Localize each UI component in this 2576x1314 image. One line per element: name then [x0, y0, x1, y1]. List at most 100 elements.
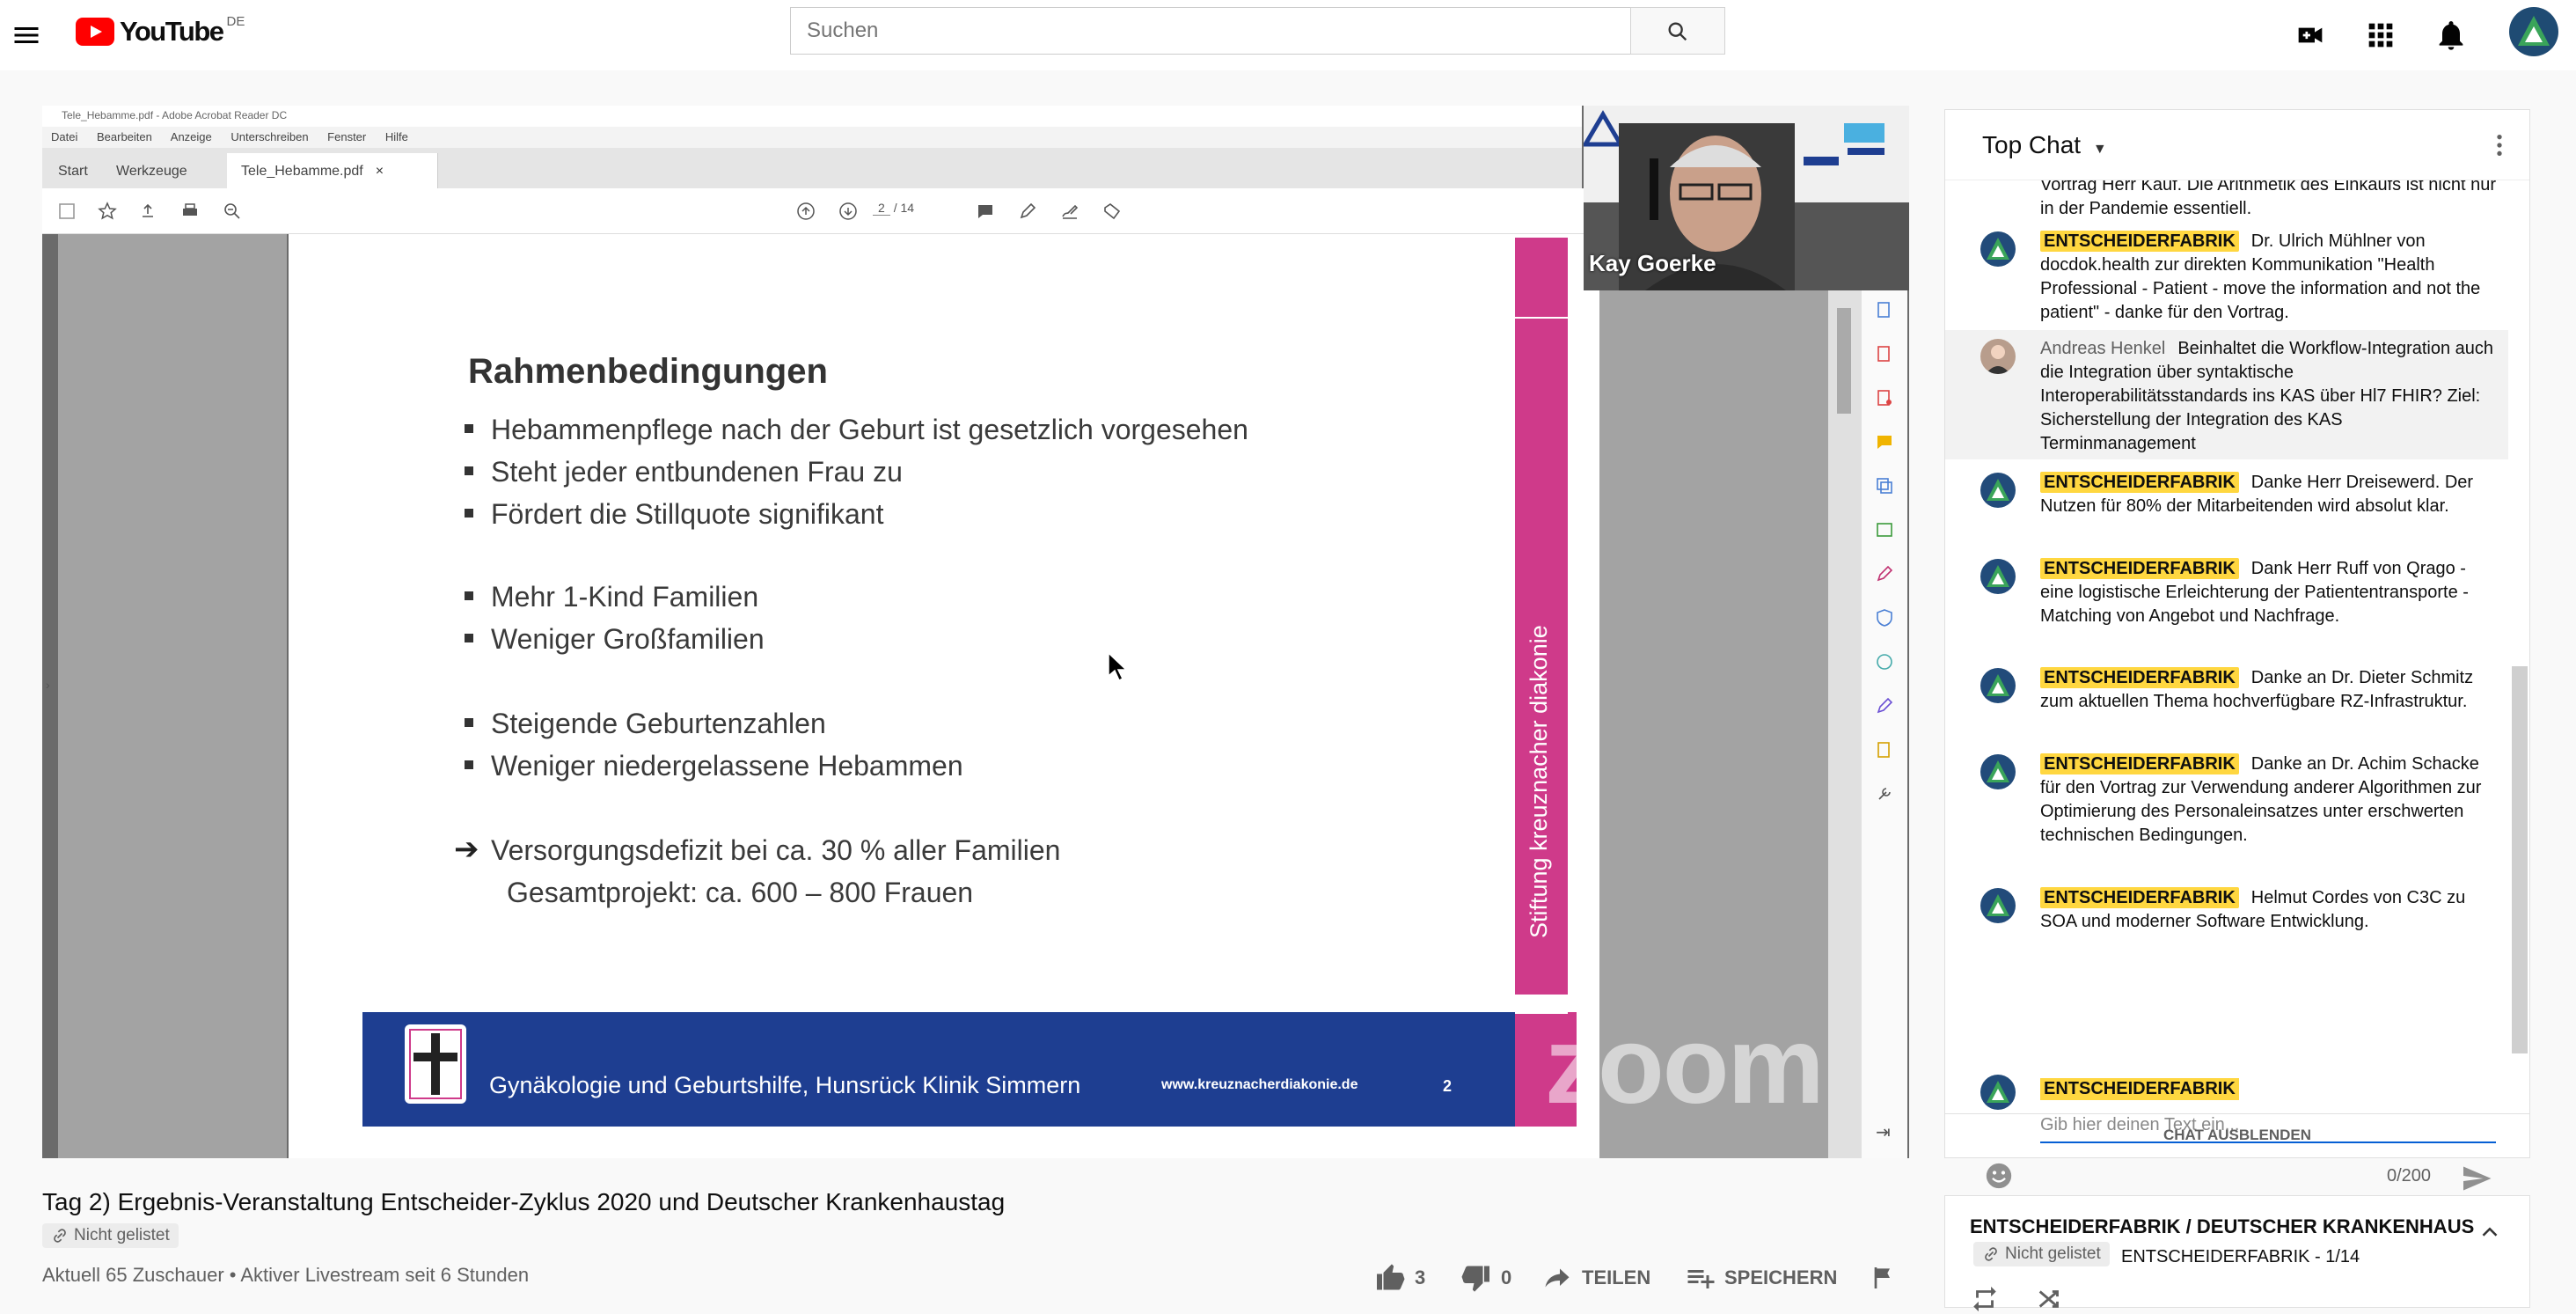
- acrobat-menu-item: Datei: [51, 130, 78, 143]
- chat-mode-dropdown[interactable]: Top Chat ▼: [1982, 131, 2107, 159]
- avatar: [1980, 754, 2016, 789]
- more-vert-icon[interactable]: [2485, 131, 2514, 159]
- chat-author-badge[interactable]: ENTSCHEIDERFABRIK: [2040, 472, 2239, 493]
- slide-conclusion-line2: Gesamtprojekt: ca. 600 – 800 Frauen: [507, 877, 974, 908]
- chat-message: Andreas Henkel Beinhaltet die Workflow-In…: [1945, 330, 2508, 459]
- slide-footer-band: Gynäkologie und Geburtshilfe, Hunsrück K…: [362, 1012, 1559, 1127]
- stamp-icon: [1101, 201, 1123, 222]
- thumbs-down-icon: [1461, 1266, 1489, 1292]
- avatar[interactable]: [2509, 7, 2558, 56]
- edit-pdf-icon: [1874, 387, 1895, 408]
- video-player[interactable]: Tele_Hebamme.pdf - Adobe Acrobat Reader …: [42, 106, 1909, 1158]
- collapse-rail-icon: ⇥: [1876, 1123, 1891, 1142]
- youtube-logo[interactable]: YouTube DE: [76, 14, 245, 48]
- send-sign-icon: [1874, 695, 1895, 716]
- acrobat-tab-document: Tele_Hebamme.pdf ×: [227, 153, 438, 188]
- acrobat-window-title: Tele_Hebamme.pdf - Adobe Acrobat Reader …: [42, 106, 1582, 127]
- chat-message: ENTSCHEIDERFABRIK Helmut Cordes von C3C z…: [1945, 886, 2508, 934]
- thumbs-up-icon: [1377, 1264, 1405, 1290]
- slide-bullet-text: Steht jeder entbundenen Frau zu: [491, 456, 903, 488]
- chat-author-badge[interactable]: ENTSCHEIDERFABRIK: [2040, 667, 2239, 688]
- slide-bullet: Hebammenpflege nach der Geburt ist geset…: [465, 414, 1248, 446]
- export-pdf-icon: [1874, 299, 1895, 320]
- pen-icon: [1017, 201, 1038, 222]
- slide-conclusion: ➔ Versorgungsdefizit bei ca. 30 % aller F…: [454, 833, 1060, 867]
- print-icon: [179, 201, 201, 222]
- share-button[interactable]: TEILEN: [1541, 1262, 1650, 1294]
- slide-bullet: Weniger niedergelassene Hebammen: [465, 750, 963, 782]
- share-icon: [1545, 1268, 1570, 1288]
- save-button[interactable]: SPEICHERN: [1684, 1262, 1837, 1294]
- search-button[interactable]: [1630, 7, 1725, 55]
- dislike-button[interactable]: 0: [1460, 1262, 1511, 1294]
- flag-icon: [1874, 1267, 1890, 1288]
- acrobat-tools-rail: [1862, 282, 1907, 1158]
- view-count: Aktuell 65 Zuschauer • Aktiver Livestrea…: [42, 1264, 530, 1286]
- slide-bullet: Steht jeder entbundenen Frau zu: [465, 456, 903, 488]
- slide-bullet-text: Hebammenpflege nach der Geburt ist geset…: [491, 414, 1248, 445]
- chat-author-badge[interactable]: ENTSCHEIDERFABRIK: [2040, 753, 2239, 774]
- masthead: YouTube DE Suchen: [0, 0, 2576, 70]
- create-pdf-icon: [1874, 343, 1895, 364]
- combine-icon: [1874, 475, 1895, 496]
- sign-icon: [1059, 201, 1080, 222]
- shuffle-icon[interactable]: [2035, 1284, 2065, 1314]
- acrobat-left-margin: [58, 234, 287, 1158]
- speaker-name: Kay Goerke: [1589, 250, 1716, 276]
- live-chat: Top Chat ▼ Vortrag Herr Kauf. Die Arithm…: [1944, 109, 2530, 1191]
- acrobat-menu-item: Unterschreiben: [231, 130, 309, 143]
- playlist-add-icon: [1687, 1270, 1715, 1288]
- chat-messages: Vortrag Herr Kauf. Die Arithmetik des Ei…: [1945, 180, 2517, 1053]
- slide-bullet-text: Steigende Geburtenzahlen: [491, 708, 826, 739]
- chat-author-badge[interactable]: ENTSCHEIDERFABRIK: [2040, 558, 2239, 579]
- save-icon: [56, 201, 77, 222]
- chat-message: ENTSCHEIDERFABRIK Dr. Ulrich Mühlner von …: [1945, 230, 2508, 325]
- chat-message: Vortrag Herr Kauf. Die Arithmetik des Ei…: [1945, 180, 2508, 221]
- dropdown-arrow-icon: ▼: [2092, 142, 2107, 157]
- acrobat-page-total: / 14: [893, 201, 915, 215]
- avatar: [1980, 473, 2016, 508]
- slide-side-text: Stiftung kreuznacher diakonie: [1526, 625, 1552, 938]
- avatar: [1980, 1075, 2016, 1110]
- logo-text: YouTube: [120, 16, 224, 47]
- apps-icon[interactable]: [2363, 18, 2398, 53]
- slide-bullet-text: Fördert die Stillquote signifikant: [491, 498, 884, 530]
- like-button[interactable]: 3: [1374, 1262, 1425, 1294]
- diakonie-logo: [405, 1024, 466, 1104]
- chat-message: ENTSCHEIDERFABRIK Dank Herr Ruff von Qrag…: [1945, 557, 2508, 628]
- share-label: TEILEN: [1582, 1266, 1651, 1288]
- acrobat-page-current: 2: [873, 201, 890, 216]
- playlist-panel: ENTSCHEIDERFABRIK / DEUTSCHER KRANKENHAU…: [1944, 1195, 2530, 1312]
- search-input[interactable]: Suchen: [790, 7, 1631, 55]
- comment-icon: [975, 201, 996, 222]
- emoji-icon[interactable]: [1984, 1161, 2014, 1191]
- playlist-title[interactable]: ENTSCHEIDERFABRIK / DEUTSCHER KRANKENHAU…: [1970, 1215, 2474, 1238]
- chat-title: Top Chat: [1982, 131, 2082, 158]
- menu-icon[interactable]: [11, 19, 42, 51]
- acrobat-tabs: Start Werkzeuge Tele_Hebamme.pdf ×: [42, 148, 1582, 188]
- avatar: [1980, 668, 2016, 703]
- arrow-right-icon: ➔: [454, 833, 479, 866]
- slide-bullet: Weniger Großfamilien: [465, 623, 765, 656]
- create-video-icon[interactable]: [2293, 18, 2328, 53]
- chevron-up-icon[interactable]: [2477, 1219, 2503, 1245]
- expand-left-panel-icon: ›: [46, 678, 50, 692]
- organize-icon: [1874, 519, 1895, 540]
- hide-chat-button[interactable]: CHAT AUSBLENDEN: [1945, 1113, 2529, 1159]
- save-label: SPEICHERN: [1724, 1266, 1838, 1288]
- chat-author-name[interactable]: Andreas Henkel: [2040, 339, 2165, 358]
- loop-icon[interactable]: [1970, 1284, 2000, 1314]
- notifications-bell-icon[interactable]: [2433, 18, 2469, 53]
- send-icon[interactable]: [2461, 1163, 2492, 1194]
- acrobat-menu-item: Bearbeiten: [96, 130, 152, 143]
- slide-bullet-text: Weniger niedergelassene Hebammen: [491, 750, 963, 782]
- chat-author-badge[interactable]: ENTSCHEIDERFABRIK: [2040, 231, 2239, 252]
- chat-author-badge[interactable]: ENTSCHEIDERFABRIK: [2040, 887, 2239, 908]
- slide-bullet: Steigende Geburtenzahlen: [465, 708, 826, 740]
- acrobat-menu-item: Hilfe: [384, 130, 408, 143]
- report-flag-button[interactable]: [1869, 1262, 1897, 1294]
- playlist-controls: [1970, 1284, 2065, 1314]
- chat-scrollbar[interactable]: [2512, 666, 2528, 1053]
- link-icon: [54, 1229, 66, 1243]
- acrobat-menu-item: Anzeige: [170, 130, 212, 143]
